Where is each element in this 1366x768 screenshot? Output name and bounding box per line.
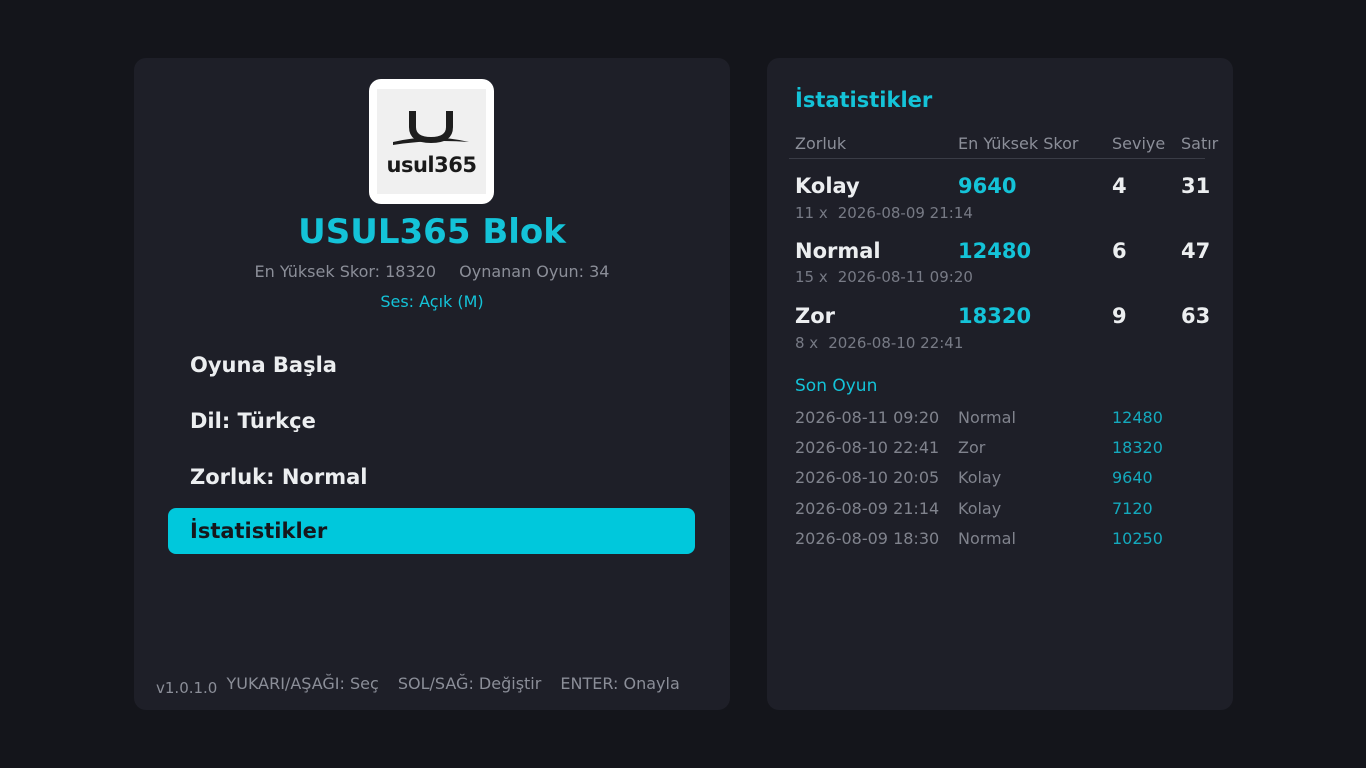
header-divider: [789, 158, 1205, 159]
stats-row-best-score: 12480: [958, 239, 1032, 263]
recent-game-difficulty: Zor: [958, 438, 986, 457]
recent-game-difficulty: Normal: [958, 529, 1016, 548]
version-label: v1.0.1.0: [156, 679, 218, 697]
stats-row-level: 9: [1112, 304, 1127, 328]
stats-row-lines: 31: [1181, 174, 1211, 198]
summary-stats: En Yüksek Skor: 18320 Oynanan Oyun: 34: [134, 262, 730, 281]
hint-navigate: YUKARI/AŞAĞI: Seç: [226, 674, 379, 693]
recent-game-date: 2026-08-10 22:41: [795, 438, 940, 457]
stats-row-meta: 11 x 2026-08-09 21:14: [795, 204, 973, 222]
stats-row-lines: 47: [1181, 239, 1211, 263]
stats-row-meta: 15 x 2026-08-11 09:20: [795, 268, 973, 286]
column-header-best-score: En Yüksek Skor: [958, 134, 1079, 153]
recent-game-difficulty: Normal: [958, 408, 1016, 427]
recent-game-score: 7120: [1112, 499, 1153, 518]
last-played-date: 2026-08-09 21:14: [837, 204, 973, 222]
play-count: 11 x: [795, 204, 828, 222]
games-played-label: Oynanan Oyun: 34: [459, 262, 610, 281]
hint-change: SOL/SAĞ: Değiştir: [397, 674, 542, 693]
statistics-title: İstatistikler: [795, 88, 933, 112]
high-score-label: En Yüksek Skor: 18320: [254, 262, 437, 281]
horseshoe-icon: [393, 111, 469, 145]
stats-row-difficulty: Normal: [795, 239, 881, 263]
statistics-panel: İstatistikler Zorluk En Yüksek Skor Sevi…: [767, 58, 1233, 710]
menu-item-language[interactable]: Dil: Türkçe: [168, 398, 695, 444]
usul365-logo: usul365: [369, 79, 494, 204]
menu-item-difficulty[interactable]: Zorluk: Normal: [168, 454, 695, 500]
last-played-date: 2026-08-10 22:41: [828, 334, 964, 352]
stats-row-best-score: 18320: [958, 304, 1032, 328]
play-count: 8 x: [795, 334, 819, 352]
sound-toggle-label[interactable]: Ses: Açık (M): [134, 292, 730, 311]
menu-item-start-game[interactable]: Oyuna Başla: [168, 342, 695, 388]
stats-row-level: 6: [1112, 239, 1127, 263]
recent-game-score: 12480: [1112, 408, 1163, 427]
stats-row-level: 4: [1112, 174, 1127, 198]
recent-game-score: 10250: [1112, 529, 1163, 548]
stats-row-difficulty: Zor: [795, 304, 836, 328]
controls-footer: v1.0.1.0 YUKARI/AŞAĞI: Seç SOL/SAĞ: Deği…: [156, 674, 680, 697]
logo-wordmark: usul365: [386, 153, 477, 177]
stats-row-meta: 8 x 2026-08-10 22:41: [795, 334, 963, 352]
recent-game-date: 2026-08-09 18:30: [795, 529, 940, 548]
game-title: USUL365 Blok: [298, 212, 566, 252]
hint-confirm: ENTER: Onayla: [560, 674, 680, 693]
column-header-difficulty: Zorluk: [795, 134, 847, 153]
recent-game-difficulty: Kolay: [958, 499, 1002, 518]
recent-game-score: 18320: [1112, 438, 1163, 457]
play-count: 15 x: [795, 268, 828, 286]
recent-game-difficulty: Kolay: [958, 468, 1002, 487]
recent-game-date: 2026-08-09 21:14: [795, 499, 940, 518]
recent-games-title: Son Oyun: [795, 376, 878, 396]
main-menu-panel: usul365 USUL365 Blok En Yüksek Skor: 183…: [134, 58, 730, 710]
recent-game-date: 2026-08-11 09:20: [795, 408, 940, 427]
column-header-level: Seviye: [1112, 134, 1166, 153]
menu-item-statistics[interactable]: İstatistikler: [168, 508, 695, 554]
recent-game-score: 9640: [1112, 468, 1153, 487]
stats-row-best-score: 9640: [958, 174, 1017, 198]
stats-row-difficulty: Kolay: [795, 174, 860, 198]
last-played-date: 2026-08-11 09:20: [837, 268, 973, 286]
stats-row-lines: 63: [1181, 304, 1211, 328]
recent-game-date: 2026-08-10 20:05: [795, 468, 940, 487]
column-header-lines: Satır: [1181, 134, 1219, 153]
